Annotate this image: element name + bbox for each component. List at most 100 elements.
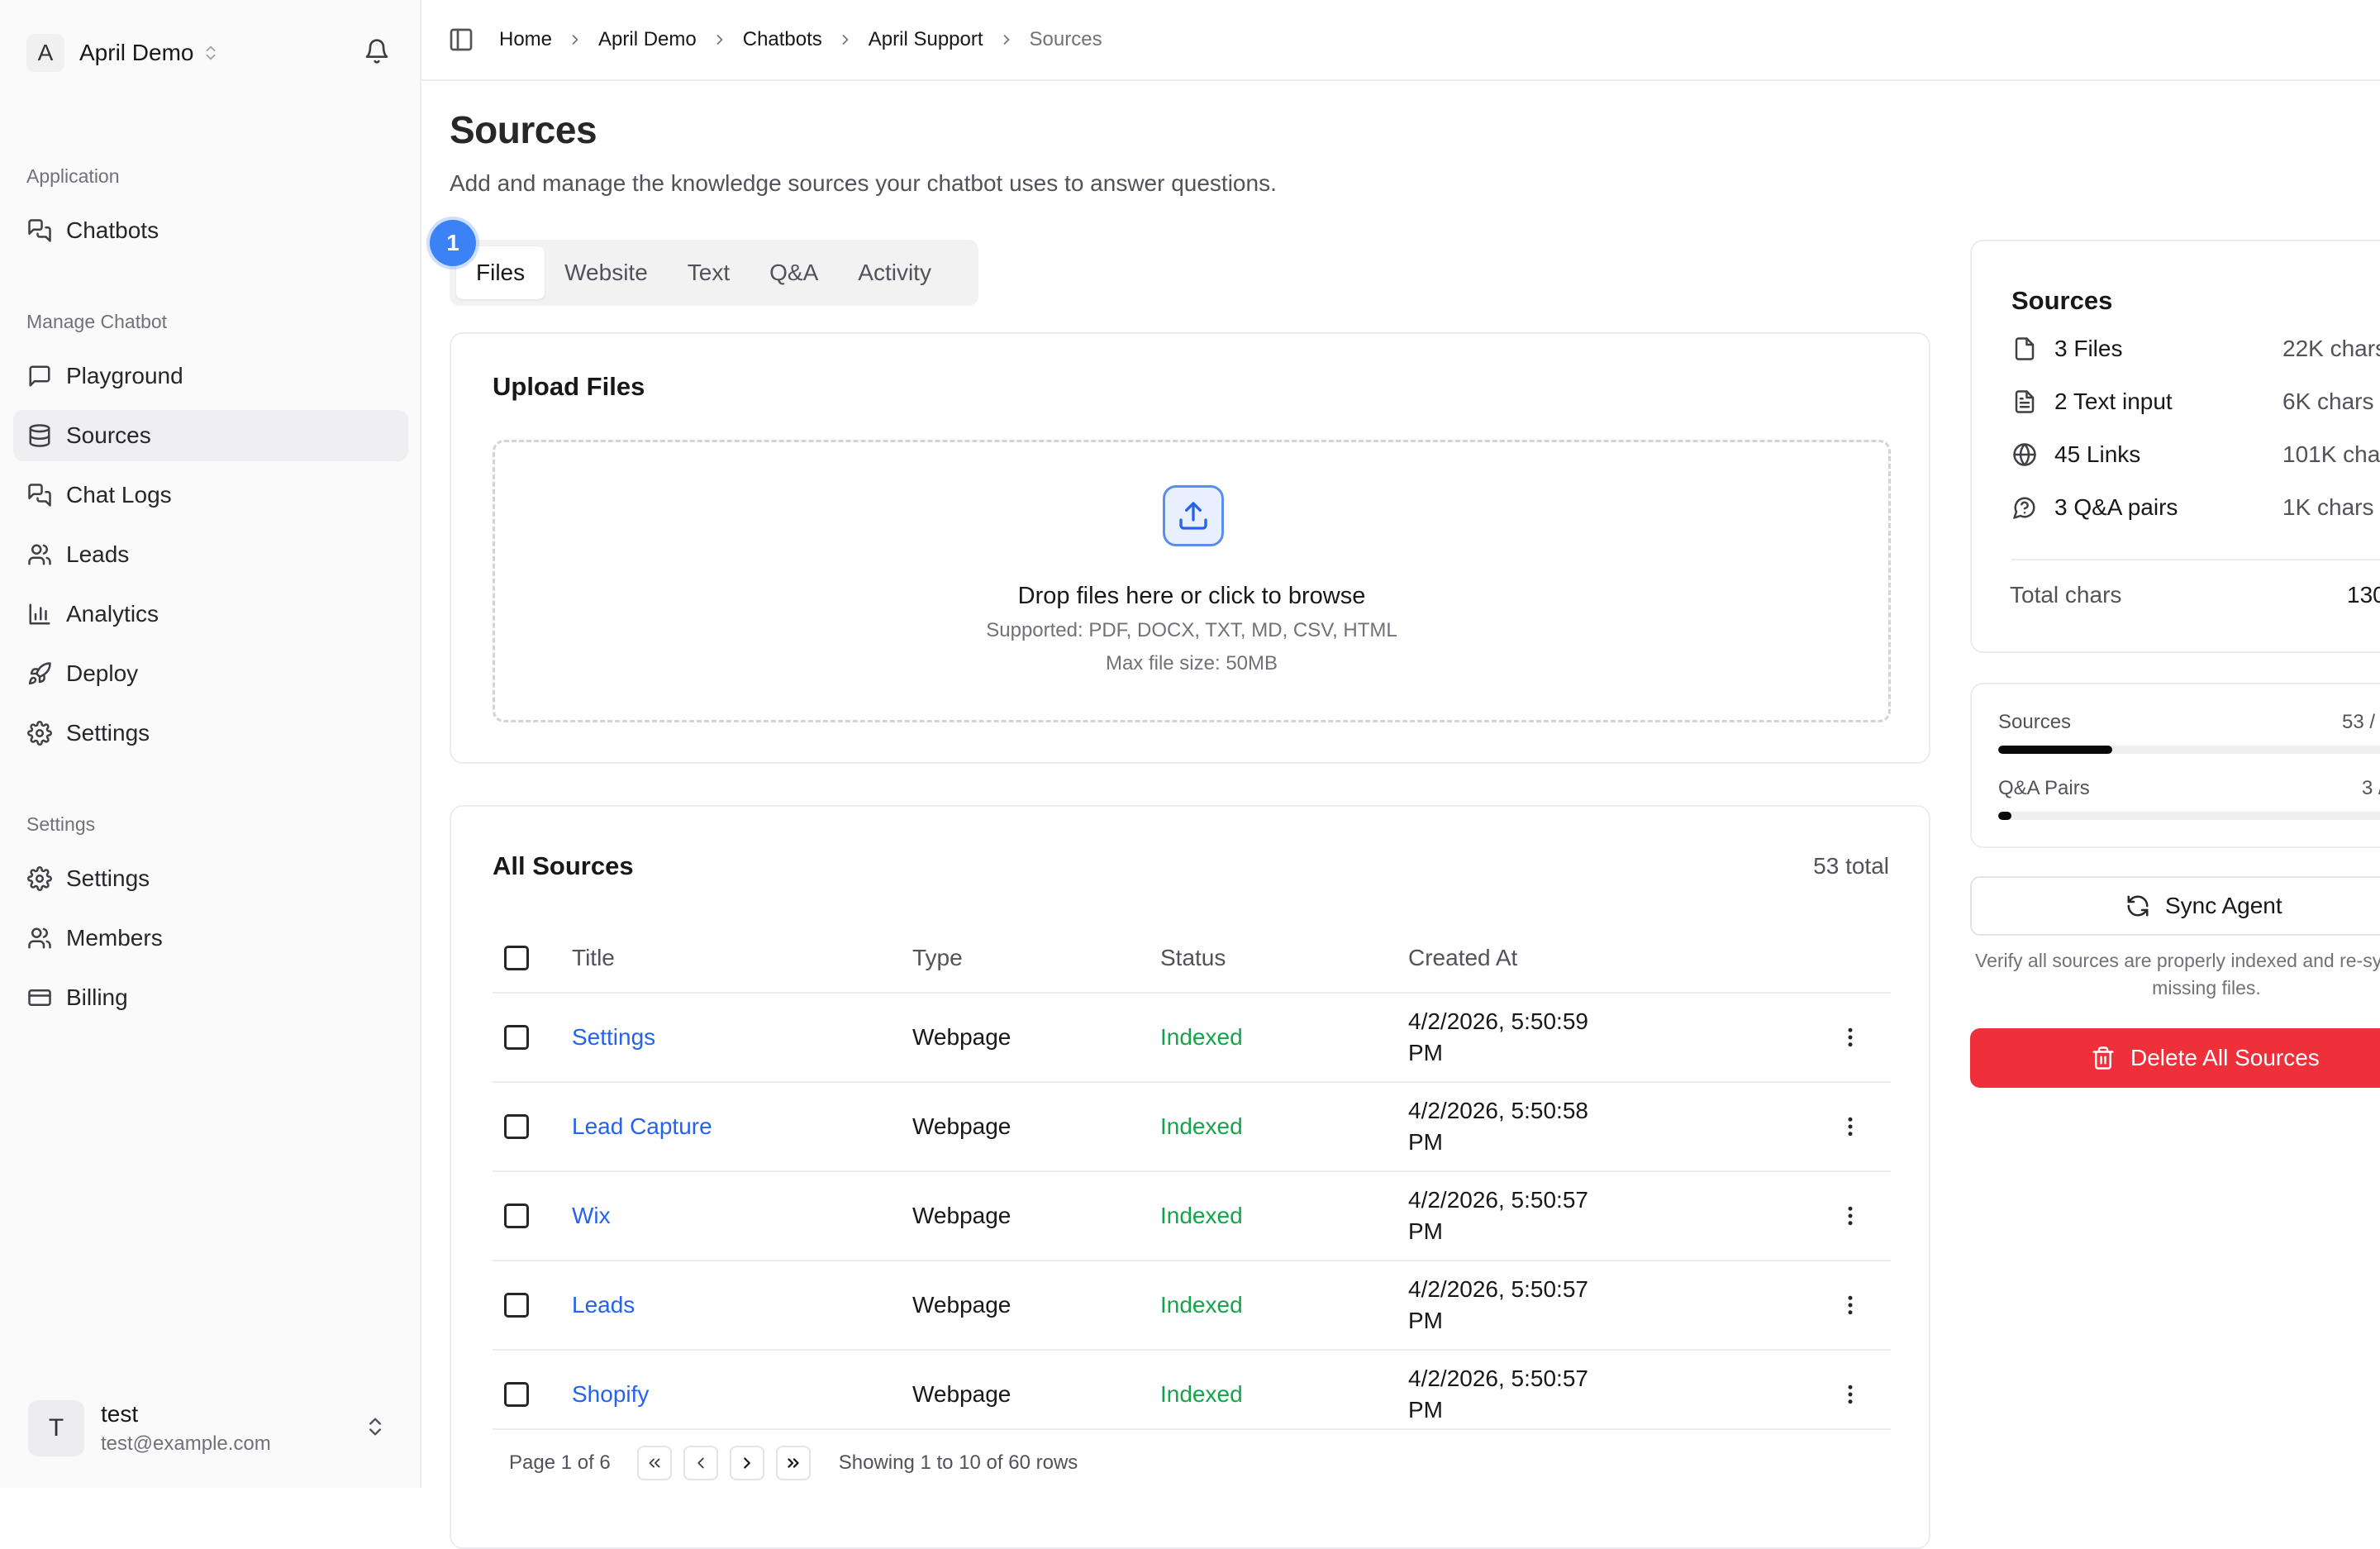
row-checkbox[interactable] [504, 1203, 529, 1228]
source-title-link[interactable]: Leads [572, 1292, 635, 1318]
sidebar-item-billing[interactable]: Billing [13, 972, 408, 1023]
gear-icon [26, 720, 53, 746]
more-vertical-icon[interactable] [1838, 1203, 1863, 1228]
sidebar-item-sources[interactable]: Sources [13, 410, 408, 461]
file-dropzone[interactable]: Drop files here or click to browse Suppo… [493, 440, 1891, 722]
status-badge: Indexed [1160, 1113, 1243, 1139]
sources-table: Title Type Status Created At Settings We… [493, 924, 1891, 1440]
help-circle-icon [2011, 494, 2038, 521]
tab-activity[interactable]: Activity [838, 246, 951, 299]
sidebar-item-label: Sources [66, 422, 151, 448]
upload-title: Upload Files [493, 372, 645, 401]
sidebar-item-members[interactable]: Members [13, 913, 408, 964]
chevron-right-icon [743, 1457, 750, 1469]
tab-website[interactable]: Website [545, 246, 668, 299]
sync-help-text: Verify all sources are properly indexed … [1975, 950, 2380, 999]
chevrons-left-icon [649, 1458, 660, 1468]
more-vertical-icon[interactable] [1838, 1114, 1863, 1139]
sidebar-item-chat-logs[interactable]: Chat Logs [13, 469, 408, 521]
sidebar-item-analytics[interactable]: Analytics [13, 589, 408, 640]
row-checkbox[interactable] [504, 1382, 529, 1407]
tab-qa[interactable]: Q&A [750, 246, 838, 299]
next-page-button[interactable] [729, 1446, 764, 1480]
sync-agent-label: Sync Agent [2165, 893, 2282, 918]
sidebar-item-chatbot-settings[interactable]: Settings [13, 708, 408, 759]
users-icon [26, 541, 53, 568]
sidebar-item-settings[interactable]: Settings [13, 853, 408, 904]
column-header-created-at[interactable]: Created At [1408, 924, 1623, 992]
source-title-link[interactable]: Wix [572, 1203, 611, 1229]
status-badge: Indexed [1160, 1292, 1243, 1318]
more-vertical-icon[interactable] [1838, 1025, 1863, 1050]
row-checkbox[interactable] [504, 1025, 529, 1050]
bell-icon[interactable] [364, 38, 390, 64]
upload-icon [1163, 485, 1224, 546]
column-header-title[interactable]: Title [572, 924, 615, 992]
chevron-right-icon [567, 31, 583, 48]
sidebar-item-label: Settings [66, 865, 150, 891]
source-created-at: 4/2/2026, 5:50:57 PM [1408, 1366, 1588, 1423]
user-menu[interactable]: T test test@example.com [13, 1382, 408, 1475]
source-title-link[interactable]: Shopify [572, 1381, 649, 1408]
all-sources-title: All Sources [493, 851, 634, 880]
breadcrumb-current: Sources [1029, 28, 1102, 50]
previous-page-button[interactable] [683, 1446, 718, 1480]
summary-value: 22K chars [2282, 336, 2380, 361]
source-type: Webpage [912, 1381, 1011, 1407]
upload-card: Upload Files Drop files here or click to… [450, 332, 1930, 764]
chevrons-up-down-icon [202, 44, 220, 62]
last-page-button[interactable] [775, 1446, 811, 1480]
summary-row-qa: 3 Q&A pairs 1K chars [2011, 491, 2380, 524]
breadcrumb-workspace[interactable]: April Demo [598, 28, 697, 51]
source-type: Webpage [912, 1292, 1011, 1318]
column-header-type[interactable]: Type [912, 924, 963, 992]
breadcrumb-chatbot[interactable]: April Support [869, 28, 983, 51]
divider [2011, 559, 2380, 560]
summary-label: 3 Files [2054, 336, 2123, 361]
summary-row-links: 45 Links 101K chars [2011, 438, 2380, 471]
sidebar-item-chatbots[interactable]: Chatbots [13, 205, 408, 256]
chevrons-right-icon [788, 1458, 799, 1468]
row-checkbox[interactable] [504, 1293, 529, 1318]
table-row: Shopify Webpage Indexed 4/2/2026, 5:50:5… [493, 1351, 1891, 1440]
summary-label: 2 Text input [2054, 388, 2173, 414]
credit-card-icon [26, 984, 53, 1011]
message-square-icon [26, 363, 53, 389]
sidebar-item-deploy[interactable]: Deploy [13, 648, 408, 699]
source-type: Webpage [912, 1024, 1011, 1050]
sidebar-item-label: Billing [66, 984, 128, 1010]
summary-value: 101K chars [2282, 441, 2380, 467]
select-all-checkbox[interactable] [504, 946, 529, 970]
source-title-link[interactable]: Lead Capture [572, 1113, 712, 1140]
first-page-button[interactable] [636, 1446, 672, 1480]
chevron-right-icon [998, 31, 1015, 48]
more-vertical-icon[interactable] [1838, 1382, 1863, 1407]
qa-limit-value: 3 / 100 [2362, 777, 2380, 799]
sources-total-count: 53 total [1813, 853, 1889, 879]
delete-all-sources-button[interactable]: Delete All Sources [1970, 1028, 2380, 1088]
messages-icon [26, 217, 53, 244]
table-row: Settings Webpage Indexed 4/2/2026, 5:50:… [493, 994, 1891, 1083]
total-chars-label: Total chars [2010, 582, 2122, 608]
tab-text[interactable]: Text [668, 246, 750, 299]
sidebar-item-label: Settings [66, 720, 150, 746]
row-checkbox[interactable] [504, 1114, 529, 1139]
summary-row-files: 3 Files 22K chars [2011, 332, 2380, 365]
sidebar-item-playground[interactable]: Playground [13, 350, 408, 402]
more-vertical-icon[interactable] [1838, 1293, 1863, 1318]
sidebar-item-leads[interactable]: Leads [13, 529, 408, 580]
user-email: test@example.com [101, 1432, 271, 1455]
sync-agent-button[interactable]: Sync Agent [1970, 876, 2380, 936]
breadcrumb-chatbots[interactable]: Chatbots [743, 28, 822, 51]
workspace-switcher[interactable]: A April Demo [26, 33, 220, 73]
total-chars-value: 130K [2347, 582, 2380, 608]
summary-value: 1K chars [2282, 494, 2374, 520]
source-created-at: 4/2/2026, 5:50:57 PM [1408, 1276, 1588, 1333]
source-title-link[interactable]: Settings [572, 1024, 655, 1051]
column-header-status[interactable]: Status [1160, 924, 1226, 992]
sidebar-toggle-icon[interactable] [448, 26, 474, 53]
breadcrumb-home[interactable]: Home [499, 28, 552, 51]
globe-icon [2011, 441, 2038, 468]
usage-limits-card: Sources 53 / 200 Q&A Pairs 3 / 100 [1970, 683, 2380, 848]
sidebar-item-label: Playground [66, 363, 183, 388]
